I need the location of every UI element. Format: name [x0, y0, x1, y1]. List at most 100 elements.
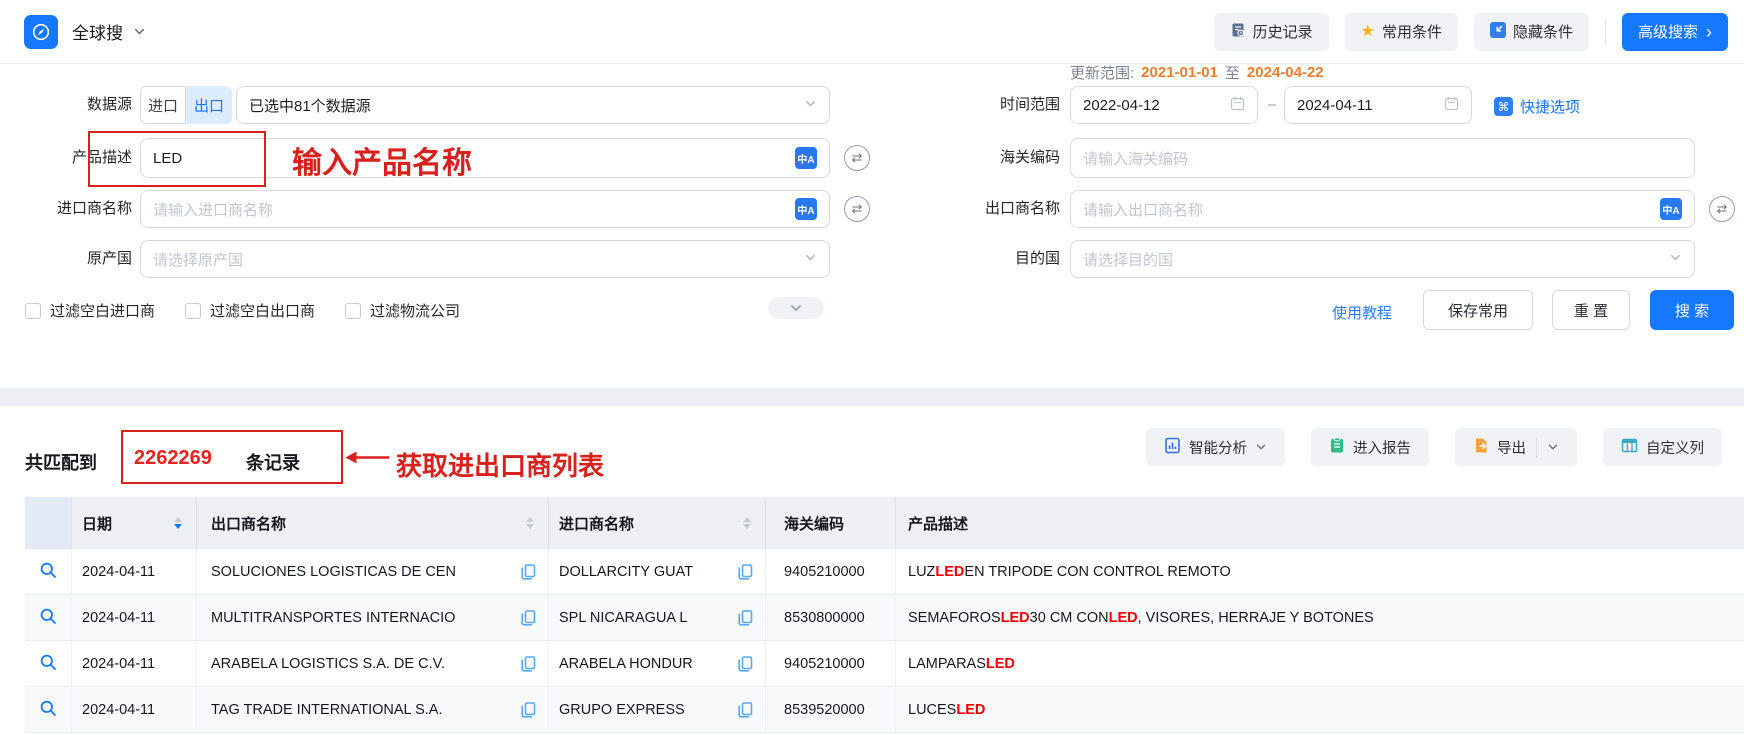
translate-icon[interactable]: 中A — [795, 198, 817, 220]
hs-code-input[interactable]: 请输入海关编码 — [1070, 138, 1695, 178]
checkbox-filter-logistics[interactable]: 过滤物流公司 — [345, 300, 460, 321]
header-exporter[interactable]: 出口商名称 — [197, 497, 549, 549]
history-button[interactable]: 历史记录 — [1214, 13, 1329, 51]
origin-label: 原产国 — [12, 240, 132, 278]
hs-code-cell: 9405210000 — [766, 641, 896, 686]
export-button[interactable]: 导出 — [1455, 428, 1577, 466]
hs-code-cell: 9405210000 — [766, 549, 896, 594]
synonym-swap-icon[interactable]: ⇄ — [844, 145, 870, 171]
checkbox-filter-blank-exporter[interactable]: 过滤空白出口商 — [185, 300, 315, 321]
calendar-icon — [1230, 96, 1245, 115]
translate-icon[interactable]: 中A — [1660, 198, 1682, 220]
copy-icon[interactable] — [521, 702, 536, 718]
sort-icon[interactable] — [174, 517, 182, 529]
row-search-cell — [25, 549, 72, 594]
export-label: 导出 — [1497, 437, 1526, 458]
table-row[interactable]: 2024-04-11 SOLUCIONES LOGISTICAS DE CEN … — [25, 549, 1744, 595]
collapse-icon — [1490, 22, 1506, 42]
chevron-down-icon — [1669, 251, 1682, 268]
table-row[interactable]: 2024-04-11 MULTITRANSPORTES INTERNACIO S… — [25, 595, 1744, 641]
search-button[interactable]: 搜 索 — [1650, 290, 1734, 330]
header-importer[interactable]: 进口商名称 — [549, 497, 766, 549]
importer-input[interactable]: 请输入进口商名称 中A — [140, 190, 830, 228]
favorites-button[interactable]: ★ 常用条件 — [1345, 13, 1458, 51]
advanced-search-button[interactable]: 高级搜索 › — [1622, 13, 1728, 51]
date-separator: – — [1262, 86, 1282, 124]
app-switcher-chevron-icon[interactable] — [133, 25, 146, 38]
section-divider — [0, 388, 1744, 406]
chevron-down-icon[interactable] — [1547, 441, 1559, 453]
copy-icon[interactable] — [521, 564, 536, 580]
star-icon: ★ — [1361, 24, 1375, 40]
checkbox-label: 过滤空白进口商 — [50, 300, 155, 321]
reset-button[interactable]: 重 置 — [1552, 290, 1630, 330]
favorites-label: 常用条件 — [1382, 21, 1442, 42]
quick-options-button[interactable]: ⌘ 快捷选项 — [1494, 96, 1580, 117]
table-row[interactable]: 2024-04-11 ARABELA LOGISTICS S.A. DE C.V… — [25, 641, 1744, 687]
row-search-cell — [25, 641, 72, 686]
search-icon[interactable] — [39, 607, 57, 629]
importer-cell: GRUPO EXPRESS — [549, 687, 766, 732]
exporter-cell: ARABELA LOGISTICS S.A. DE C.V. — [197, 641, 549, 686]
product-desc-cell: LAMPARAS LED — [896, 641, 1744, 686]
customize-columns-label: 自定义列 — [1646, 437, 1704, 458]
copy-icon[interactable] — [521, 656, 536, 672]
date-cell: 2024-04-11 — [72, 549, 197, 594]
search-icon[interactable] — [39, 653, 57, 675]
tutorial-link[interactable]: 使用教程 — [1332, 302, 1392, 323]
date-to-input[interactable]: 2024-04-11 — [1284, 86, 1472, 124]
sort-icon[interactable] — [526, 517, 534, 529]
search-icon[interactable] — [39, 561, 57, 583]
table-row[interactable]: 2024-04-11 TAG TRADE INTERNATIONAL S.A. … — [25, 687, 1744, 733]
smart-analysis-label: 智能分析 — [1189, 437, 1247, 458]
customize-columns-button[interactable]: 自定义列 — [1603, 428, 1722, 466]
topbar: 全球搜 历史记录 ★ 常用条件 隐藏条件 高级搜索 › — [0, 0, 1744, 64]
annotation-text-count: 获取进出口商列表 — [396, 446, 604, 483]
hide-conditions-button[interactable]: 隐藏条件 — [1474, 13, 1589, 51]
tab-import[interactable]: 进口 — [140, 86, 186, 124]
origin-placeholder: 请选择原产国 — [153, 249, 243, 270]
exporter-cell: TAG TRADE INTERNATIONAL S.A. — [197, 687, 549, 732]
enter-report-button[interactable]: 进入报告 — [1311, 428, 1429, 466]
exporter-placeholder: 请输入出口商名称 — [1083, 199, 1203, 220]
product-desc-cell: LUZ LED EN TRIPODE CON CONTROL REMOTO — [896, 549, 1744, 594]
topbar-actions: 历史记录 ★ 常用条件 隐藏条件 高级搜索 › — [1214, 13, 1728, 51]
copy-icon[interactable] — [521, 610, 536, 626]
header-product-desc: 产品描述 — [896, 497, 1744, 549]
history-label: 历史记录 — [1253, 21, 1313, 42]
header-date[interactable]: 日期 — [72, 497, 197, 549]
origin-select[interactable]: 请选择原产国 — [140, 240, 830, 278]
save-favorite-button[interactable]: 保存常用 — [1423, 290, 1533, 330]
quick-options-label: 快捷选项 — [1520, 96, 1580, 117]
copy-icon[interactable] — [738, 564, 753, 580]
importer-cell: DOLLARCITY GUAT — [549, 549, 766, 594]
hs-code-cell: 8530800000 — [766, 595, 896, 640]
smart-analysis-button[interactable]: 智能分析 — [1146, 428, 1285, 466]
exporter-input[interactable]: 请输入出口商名称 中A — [1070, 190, 1695, 228]
synonym-swap-icon[interactable]: ⇄ — [844, 196, 870, 222]
arrow-right-icon: › — [1706, 23, 1712, 41]
destination-select[interactable]: 请选择目的国 — [1070, 240, 1695, 278]
columns-icon — [1621, 438, 1638, 457]
report-icon — [1329, 437, 1345, 458]
translate-icon[interactable]: 中A — [795, 147, 817, 169]
sort-icon[interactable] — [743, 517, 751, 529]
copy-icon[interactable] — [738, 656, 753, 672]
update-range-to: 2024-04-22 — [1247, 64, 1324, 81]
history-icon — [1230, 22, 1246, 42]
date-from-value: 2022-04-12 — [1083, 97, 1160, 114]
copy-icon[interactable] — [738, 610, 753, 626]
tab-export[interactable]: 出口 — [186, 86, 232, 124]
date-from-input[interactable]: 2022-04-12 — [1070, 86, 1258, 124]
datasource-select[interactable]: 已选中81个数据源 — [236, 86, 830, 124]
table-header: 日期 出口商名称 进口商名称 海关编码 产品描述 — [25, 497, 1744, 549]
importer-label: 进口商名称 — [12, 190, 132, 228]
copy-icon[interactable] — [738, 702, 753, 718]
datasource-label: 数据源 — [12, 86, 132, 124]
synonym-swap-icon[interactable]: ⇄ — [1709, 196, 1735, 222]
collapse-filters-button[interactable] — [768, 297, 824, 319]
checkbox-filter-blank-importer[interactable]: 过滤空白进口商 — [25, 300, 155, 321]
export-icon — [1473, 437, 1489, 458]
search-icon[interactable] — [39, 699, 57, 721]
results-table: 日期 出口商名称 进口商名称 海关编码 产品描述 2024-04-11 — [25, 497, 1744, 735]
